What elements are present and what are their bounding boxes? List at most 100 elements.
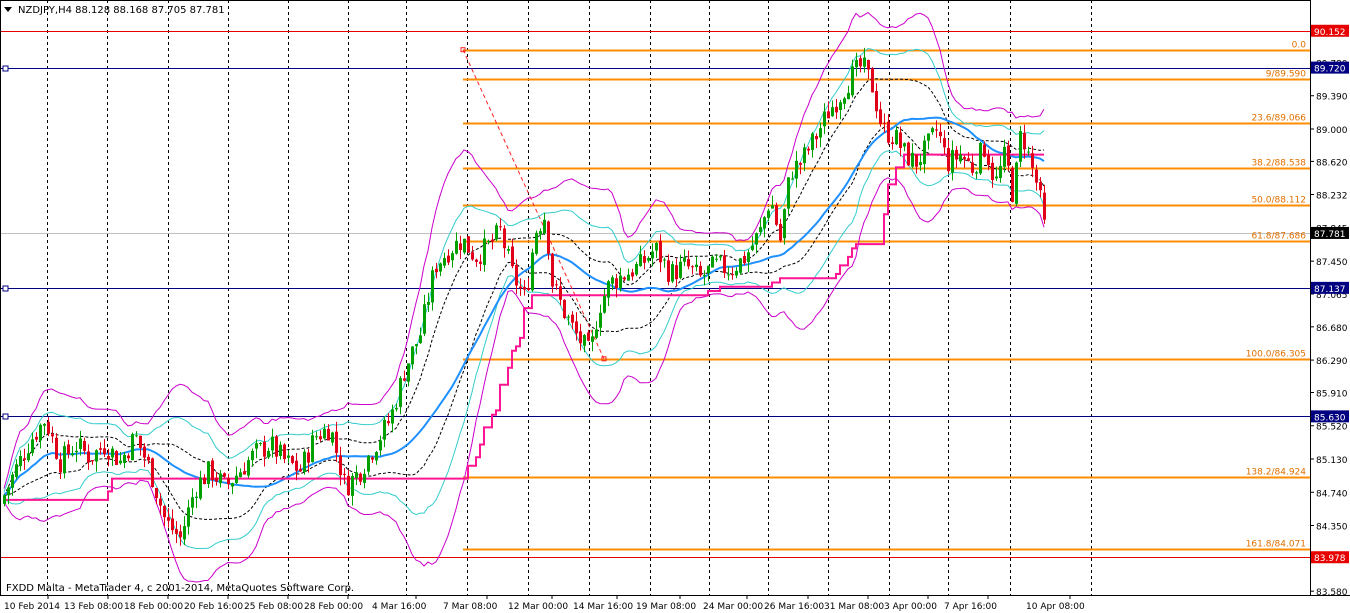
fibo-level-label: 61.8/87.686	[1251, 232, 1306, 242]
candle-body	[551, 253, 554, 287]
candle-body	[283, 444, 286, 460]
candle-body	[675, 265, 678, 280]
candle-body	[347, 475, 350, 496]
candle-body	[871, 68, 874, 93]
candle-body	[1031, 153, 1034, 168]
candle-body	[991, 162, 994, 181]
fibo-level-label: 50.0/88.112	[1251, 196, 1306, 206]
candle-body	[491, 239, 494, 242]
candle-body	[563, 299, 566, 319]
candle-body	[63, 446, 66, 474]
candle-body	[71, 453, 74, 456]
candle-body	[239, 472, 242, 478]
y-tick-label: 89.000	[1316, 126, 1348, 136]
price-tag-label: 89.720	[1314, 65, 1346, 75]
candle-body	[307, 452, 310, 463]
candle-body	[691, 266, 694, 268]
candle-body	[439, 263, 442, 272]
candle-body	[79, 438, 82, 449]
candle-body	[659, 240, 662, 263]
candle-body	[1007, 145, 1010, 166]
candle-body	[331, 432, 334, 443]
candle-body	[151, 458, 154, 488]
candle-body	[975, 172, 978, 174]
candle-body	[375, 452, 378, 461]
candle-body	[171, 518, 174, 531]
candle-body	[339, 455, 342, 476]
candle-body	[515, 265, 518, 286]
candle-body	[471, 252, 474, 260]
candle-body	[135, 435, 138, 437]
candle-body	[367, 455, 370, 472]
candle-body	[207, 461, 210, 484]
candle-body	[335, 431, 338, 453]
price-chart[interactable]: 0.0 9/89.590 23.6/89.066 38.2/88.538 50.0/88…	[0, 0, 1350, 613]
candle-body	[883, 122, 886, 124]
candle-body	[835, 106, 838, 113]
candle-body	[299, 468, 302, 472]
candle-body	[771, 205, 774, 209]
candle-body	[427, 302, 430, 305]
candle-body	[891, 142, 894, 144]
candle-body	[223, 473, 226, 477]
candle-body	[271, 436, 274, 451]
candle-body	[407, 363, 410, 382]
candle-body	[823, 111, 826, 127]
candle-body	[183, 526, 186, 540]
candle-body	[571, 314, 574, 323]
candle-body	[763, 217, 766, 229]
candle-body	[827, 111, 830, 119]
candle-body	[695, 264, 698, 268]
candle-body	[607, 281, 610, 298]
candle-body	[983, 144, 986, 157]
candle-body	[419, 335, 422, 344]
candle-body	[859, 58, 862, 67]
candle-body	[139, 435, 142, 448]
candle-body	[43, 423, 46, 426]
candle-body	[627, 274, 630, 281]
fibo-level-label: 9/89.590	[1266, 70, 1307, 80]
candle-body	[611, 277, 614, 284]
candle-body	[219, 473, 222, 484]
candle-body	[327, 428, 330, 441]
candle-body	[555, 284, 558, 286]
candle-body	[951, 150, 954, 173]
candle-body	[787, 177, 790, 209]
candle-body	[715, 258, 718, 260]
candle-body	[547, 221, 550, 254]
candle-body	[15, 464, 18, 477]
candle-body	[955, 149, 958, 160]
y-tick-label: 84.350	[1316, 523, 1348, 533]
candle-body	[575, 321, 578, 334]
candle-body	[731, 274, 734, 276]
candle-body	[799, 163, 802, 165]
candle-body	[887, 121, 890, 143]
candle-body	[431, 270, 434, 303]
candle-body	[463, 238, 466, 253]
candle-body	[651, 251, 654, 259]
candle-body	[107, 456, 110, 460]
candle-body	[159, 498, 162, 506]
candle-body	[699, 265, 702, 276]
candle-body	[263, 441, 266, 457]
candle-body	[743, 255, 746, 264]
candle-body	[295, 460, 298, 471]
candle-body	[475, 259, 478, 262]
price-tag-label: 83.978	[1314, 554, 1346, 564]
candle-body	[931, 128, 934, 133]
candle-body	[287, 455, 290, 458]
candle-body	[423, 304, 426, 334]
price-tag-label: 90.152	[1314, 28, 1346, 38]
candle-body	[739, 258, 742, 273]
candle-body	[943, 138, 946, 148]
candle-body	[543, 219, 546, 234]
candle-body	[1023, 132, 1026, 150]
candle-body	[811, 133, 814, 150]
candle-body	[147, 456, 150, 461]
candle-body	[523, 286, 526, 290]
candle-body	[963, 157, 966, 160]
candle-body	[231, 483, 234, 487]
candle-body	[235, 475, 238, 483]
candle-body	[1015, 162, 1018, 204]
candle-body	[707, 265, 710, 273]
